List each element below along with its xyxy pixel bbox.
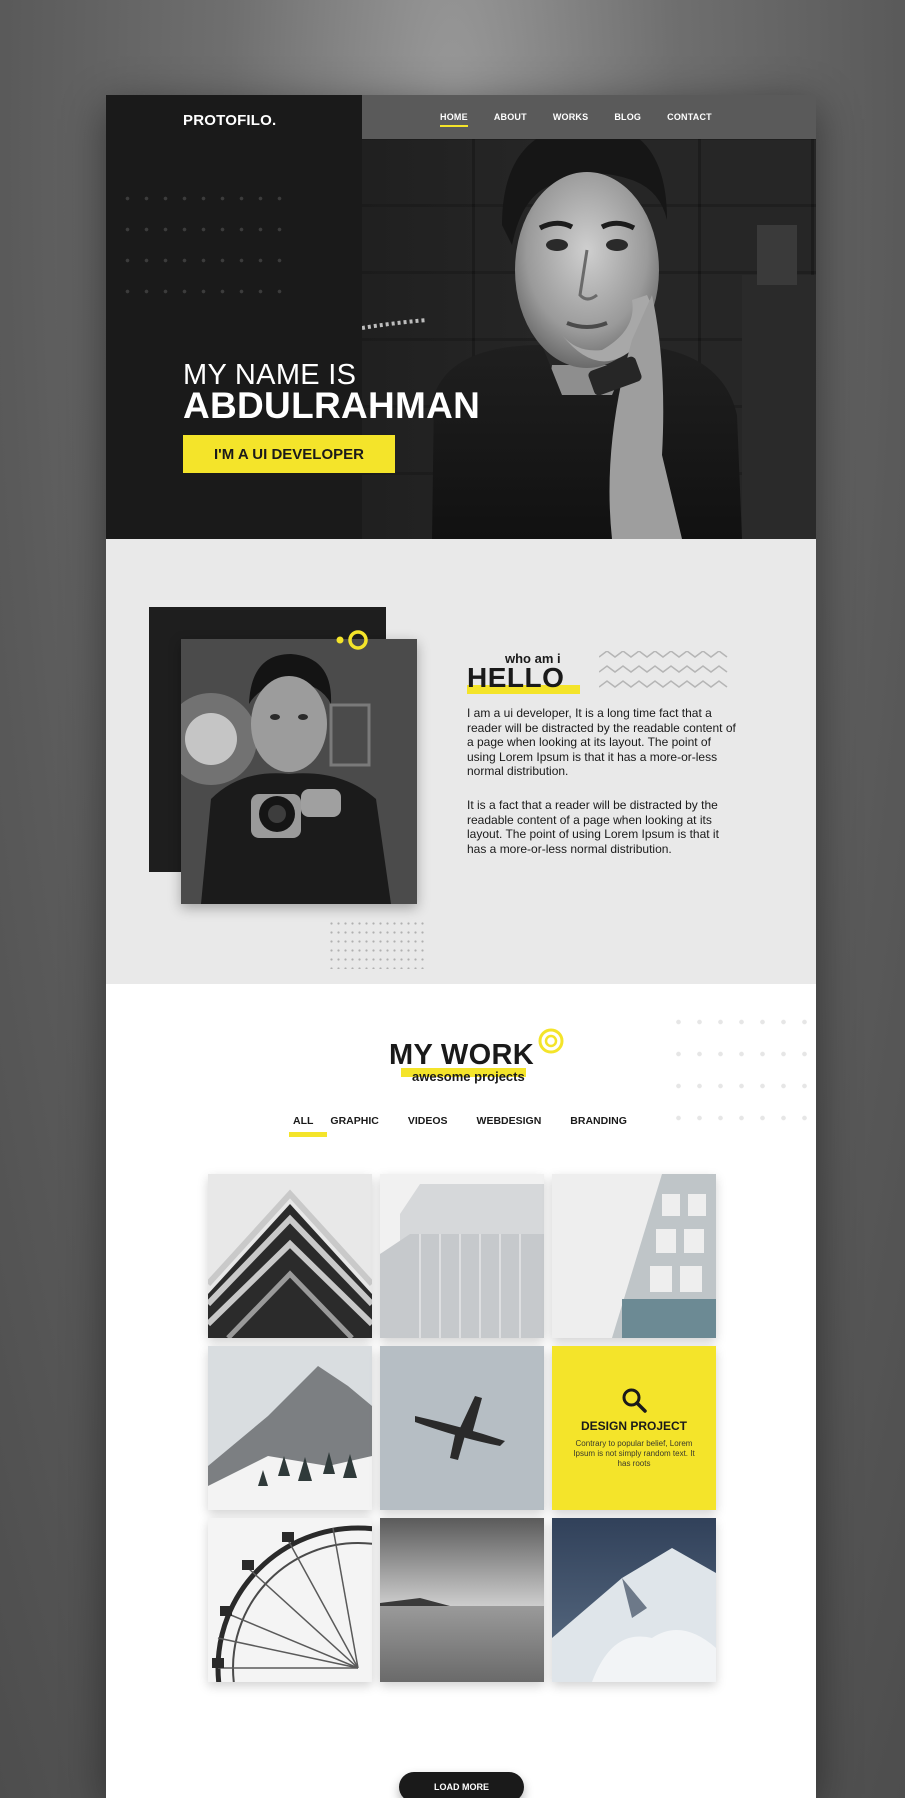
about-person-image [181, 639, 417, 904]
hero-name: ABDULRAHMAN [183, 385, 481, 426]
portfolio-item[interactable] [208, 1518, 372, 1682]
dot-pattern [668, 1006, 808, 1141]
about-portrait-photo [181, 639, 417, 904]
ferris-wheel-image [208, 1518, 372, 1682]
about-paragraph: It is a fact that a reader will be distr… [467, 798, 719, 856]
portfolio-item[interactable] [552, 1518, 716, 1682]
work-subheading: awesome projects [412, 1069, 525, 1084]
portfolio-item[interactable] [208, 1174, 372, 1338]
filter-videos[interactable]: VIDEOS [408, 1115, 448, 1127]
snowy-peak-image [552, 1518, 716, 1682]
hero-person-image [362, 123, 816, 539]
nav-blog[interactable]: BLOG [614, 112, 641, 122]
page: HOME ABOUT WORKS BLOG CONTACT PROTOFILO.… [106, 95, 816, 1798]
ring-decor-icon [336, 630, 368, 650]
featured-project-title: DESIGN PROJECT [580, 1419, 688, 1433]
filter-graphic[interactable]: GRAPHIC [330, 1115, 378, 1127]
tower-image [552, 1174, 716, 1338]
dot-pattern [118, 183, 288, 313]
top-navigation: HOME ABOUT WORKS BLOG CONTACT [362, 95, 816, 139]
about-paragraph: I am a ui developer, It is a long time f… [467, 706, 736, 778]
portfolio-item[interactable] [380, 1174, 544, 1338]
sea-image [380, 1518, 544, 1682]
work-heading: MY WORK [389, 1039, 534, 1071]
featured-project-description: Contrary to popular belief, Lorem Ipsum … [573, 1439, 695, 1468]
zigzag-decor-icon [599, 651, 728, 688]
filter-all[interactable]: ALL [288, 1115, 329, 1137]
hero-section: HOME ABOUT WORKS BLOG CONTACT PROTOFILO.… [106, 95, 816, 539]
portfolio-item[interactable] [208, 1346, 372, 1510]
mountain-image [208, 1346, 372, 1510]
nav-about[interactable]: ABOUT [494, 112, 527, 122]
building-image [380, 1174, 544, 1338]
filter-branding[interactable]: BRANDING [570, 1115, 627, 1127]
hero-role-badge: I'M A UI DEVELOPER [183, 435, 395, 473]
work-section: MY WORK awesome projects ALL GRAPHIC VID… [106, 984, 816, 1798]
portfolio-item[interactable] [380, 1518, 544, 1682]
portfolio-item-featured[interactable]: DESIGN PROJECT Contrary to popular belie… [552, 1346, 716, 1510]
nav-contact[interactable]: CONTACT [667, 112, 712, 122]
airplane-image [380, 1346, 544, 1510]
portfolio-item[interactable] [380, 1346, 544, 1510]
portfolio-item[interactable] [552, 1174, 716, 1338]
nav-works[interactable]: WORKS [553, 112, 589, 122]
load-more-button[interactable]: LOAD MORE [399, 1772, 524, 1798]
about-section: who am i HELLO I am a ui developer, It i… [106, 539, 816, 984]
ring-decor-icon [538, 1028, 564, 1054]
dot-pattern [328, 919, 424, 969]
search-icon[interactable] [621, 1387, 647, 1413]
work-filter-tabs: ALL GRAPHIC VIDEOS WEBDESIGN BRANDING [288, 1115, 627, 1137]
nav-home[interactable]: HOME [440, 112, 468, 127]
filter-webdesign[interactable]: WEBDESIGN [477, 1115, 542, 1127]
about-heading: HELLO [467, 662, 565, 693]
hero-portrait-photo [362, 95, 816, 539]
site-logo[interactable]: PROTOFILO. [183, 112, 276, 129]
architecture-image [208, 1174, 372, 1338]
